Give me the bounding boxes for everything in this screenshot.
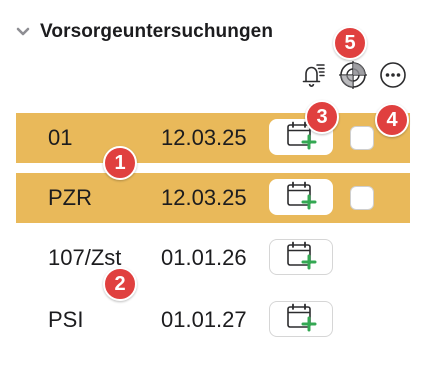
crosshair-globe-icon[interactable] [336, 58, 370, 92]
exam-row-107-zst[interactable]: 107/Zst 01.01.26 [16, 233, 410, 283]
exam-row-pzr[interactable]: PZR 12.03.25 [16, 173, 410, 223]
preventive-exams-panel: Vorsorgeuntersuchungen 01 12.03.25 PZR 1… [0, 0, 424, 370]
calendar-add-icon [285, 302, 317, 337]
exam-date: 01.01.27 [161, 307, 247, 332]
section-header[interactable]: Vorsorgeuntersuchungen [14, 18, 273, 46]
exam-code: PSI [48, 307, 84, 332]
more-options-icon[interactable] [376, 58, 410, 92]
exam-row-01[interactable]: 01 12.03.25 [16, 113, 410, 163]
bell-list-icon[interactable] [296, 58, 330, 92]
calendar-add-icon [285, 180, 317, 215]
exam-code: 01 [48, 125, 73, 150]
exam-date: 12.03.25 [161, 125, 247, 150]
exam-code: PZR [48, 185, 92, 210]
add-appointment-button[interactable] [269, 301, 333, 337]
exam-checkbox[interactable] [350, 186, 374, 210]
callout-badge-2: 2 [103, 267, 137, 301]
section-title: Vorsorgeuntersuchungen [40, 21, 274, 42]
exam-date: 01.01.26 [161, 245, 247, 270]
callout-badge-5: 5 [333, 26, 367, 60]
add-appointment-button[interactable] [269, 239, 333, 275]
exam-date: 12.03.25 [161, 185, 247, 210]
exam-row-psi[interactable]: PSI 01.01.27 [16, 295, 410, 345]
add-appointment-button[interactable] [269, 179, 333, 215]
exam-checkbox[interactable] [350, 126, 374, 150]
calendar-add-icon [285, 240, 317, 275]
callout-badge-3: 3 [305, 100, 339, 134]
callout-badge-4: 4 [375, 103, 409, 137]
chevron-down-icon[interactable] [14, 23, 32, 41]
callout-badge-1: 1 [103, 146, 137, 180]
